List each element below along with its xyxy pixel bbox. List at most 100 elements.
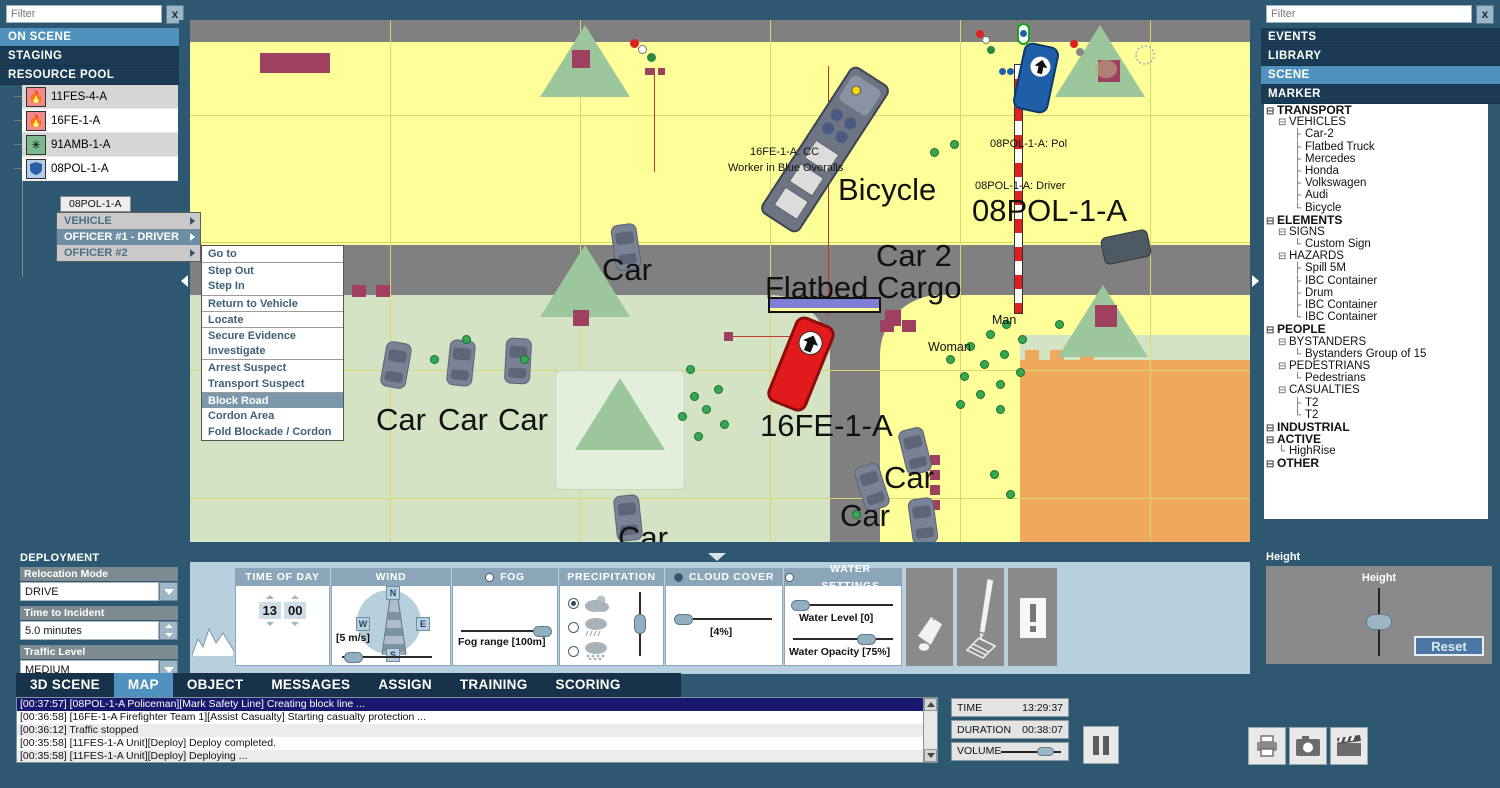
- expander-icon[interactable]: ⊟: [1278, 337, 1289, 349]
- list-item[interactable]: 🔥 16FE-1-A: [14, 109, 178, 133]
- tree-node[interactable]: ⊟ VEHICLES: [1264, 116, 1488, 128]
- submenu-item-block-road[interactable]: Block Road: [202, 391, 343, 408]
- tab-marker[interactable]: MARKER: [1260, 85, 1500, 104]
- record-button[interactable]: [1330, 727, 1368, 765]
- map-tool-alert[interactable]: [1008, 568, 1057, 666]
- volume-row[interactable]: VOLUME: [951, 742, 1069, 761]
- volume-knob[interactable]: [1037, 746, 1055, 756]
- log-entry[interactable]: [00:35:58] [11FES-1-A Unit][Deploy] Depl…: [17, 737, 937, 750]
- precip-option-rain[interactable]: [560, 615, 663, 639]
- sidebar-item-staging[interactable]: STAGING: [0, 47, 190, 66]
- tree-node[interactable]: ⊟ ELEMENTS: [1264, 214, 1488, 227]
- minutes-stepper[interactable]: 00: [284, 595, 307, 626]
- submenu-item-secure-evidence[interactable]: Secure Evidence: [202, 326, 343, 343]
- submenu-item-cordon-area[interactable]: Cordon Area: [202, 408, 343, 424]
- tree-node[interactable]: ⊟ SIGNS: [1264, 226, 1488, 238]
- car-shape[interactable]: [445, 338, 477, 388]
- map-collapse-left-handle[interactable]: [179, 20, 190, 542]
- list-item[interactable]: 08POL-1-A: [14, 157, 178, 181]
- scroll-up-button[interactable]: [924, 698, 937, 711]
- water-opacity-track[interactable]: [793, 638, 893, 640]
- log-entry[interactable]: [00:36:58] [16FE-1-A Firefighter Team 1]…: [17, 711, 937, 724]
- menu-item-vehicle[interactable]: VEHICLE: [57, 213, 200, 229]
- log-entry[interactable]: [00:37:57] [08POL-1-A Policeman][Mark Sa…: [17, 698, 937, 711]
- tab-scoring[interactable]: SCORING: [542, 673, 635, 697]
- right-filter-input[interactable]: [1266, 5, 1472, 23]
- tree-node[interactable]: ├ Audi: [1264, 189, 1488, 201]
- expander-icon[interactable]: ⊟: [1278, 251, 1289, 263]
- pause-button[interactable]: [1083, 726, 1119, 764]
- water-toggle[interactable]: [785, 573, 794, 582]
- tree-node[interactable]: ⊟ TRANSPORT: [1264, 104, 1488, 117]
- relocation-mode-select[interactable]: DRIVE: [20, 582, 178, 601]
- sidebar-item-on-scene[interactable]: ON SCENE: [0, 28, 190, 47]
- message-log[interactable]: [00:37:57] [08POL-1-A Policeman][Mark Sa…: [16, 697, 938, 763]
- chevron-down-icon[interactable]: [159, 582, 178, 601]
- cloud-cover-toggle[interactable]: [673, 573, 683, 582]
- hours-stepper[interactable]: 13: [258, 595, 281, 626]
- submenu-item-go-to[interactable]: Go to: [202, 246, 343, 262]
- tab-scene[interactable]: SCENE: [1260, 66, 1500, 85]
- scene-tree[interactable]: ⊟ TRANSPORT ⊟ VEHICLES ├ Car-2 ├ Flatbed Truck ├…: [1264, 104, 1488, 519]
- expander-icon[interactable]: ⊟: [1278, 385, 1289, 397]
- tree-node[interactable]: ├ Volkswagen: [1264, 177, 1488, 189]
- cloud-slider-knob[interactable]: [674, 614, 693, 625]
- tree-node[interactable]: ├ Flatbed Truck: [1264, 141, 1488, 153]
- tab-map[interactable]: MAP: [113, 673, 173, 697]
- map-canvas[interactable]: 16FE-1-A: CC Worker in Blue Overalls Bic…: [190, 20, 1250, 542]
- precip-option-sun-cloud[interactable]: [560, 591, 663, 615]
- log-scrollbar[interactable]: [923, 697, 938, 763]
- tree-node[interactable]: └ Bystanders Group of 15: [1264, 348, 1488, 360]
- submenu-item-transport-suspect[interactable]: Transport Suspect: [202, 376, 343, 392]
- tree-node[interactable]: └ Custom Sign: [1264, 238, 1488, 250]
- tree-node[interactable]: ⊟ PEOPLE: [1264, 323, 1488, 336]
- tree-node[interactable]: ⊟ CASUALTIES: [1264, 384, 1488, 396]
- tab-object[interactable]: OBJECT: [173, 673, 258, 697]
- precip-option-snow[interactable]: [560, 639, 663, 663]
- tree-node[interactable]: ├ Mercedes: [1264, 153, 1488, 165]
- tab-3d-scene[interactable]: 3D SCENE: [16, 673, 114, 697]
- log-entry[interactable]: [00:36:12] Traffic stopped: [17, 724, 937, 737]
- menu-item-officer-2[interactable]: OFFICER #2: [57, 245, 200, 261]
- fog-toggle[interactable]: [485, 573, 495, 582]
- tree-node[interactable]: ├ Spill 5M: [1264, 262, 1488, 274]
- tree-node[interactable]: ⊟ OTHER: [1264, 457, 1488, 471]
- tab-assign[interactable]: ASSIGN: [364, 673, 446, 697]
- wind-slider-knob[interactable]: [344, 652, 363, 663]
- submenu-item-locate[interactable]: Locate: [202, 310, 343, 327]
- tree-node[interactable]: ⊟ HAZARDS: [1264, 250, 1488, 262]
- submenu-item-arrest-suspect[interactable]: Arrest Suspect: [202, 359, 343, 375]
- tree-node[interactable]: └ Pedestrians: [1264, 372, 1488, 384]
- screenshot-button[interactable]: [1289, 727, 1327, 765]
- print-button[interactable]: [1248, 727, 1286, 765]
- water-level-knob[interactable]: [791, 600, 810, 611]
- scroll-down-button[interactable]: [924, 749, 937, 762]
- menu-item-officer-1-driver[interactable]: OFFICER #1 - DRIVER: [57, 229, 200, 245]
- height-slider-knob[interactable]: [1366, 614, 1392, 630]
- list-item[interactable]: ✳ 91AMB-1-A: [14, 133, 178, 157]
- tree-node[interactable]: ├ Honda: [1264, 165, 1488, 177]
- tree-node[interactable]: ⊟ PEDESTRIANS: [1264, 360, 1488, 372]
- height-reset-button[interactable]: Reset: [1414, 636, 1484, 656]
- tab-library[interactable]: LIBRARY: [1260, 47, 1500, 66]
- expander-icon[interactable]: ⊟: [1278, 117, 1289, 129]
- map-tool-hand[interactable]: [906, 568, 955, 666]
- tab-training[interactable]: TRAINING: [446, 673, 542, 697]
- precip-intensity-knob[interactable]: [634, 614, 646, 634]
- submenu-item-step-out[interactable]: Step Out: [202, 262, 343, 278]
- submenu-item-fold-blockade-cordon[interactable]: Fold Blockade / Cordon: [202, 424, 343, 440]
- tab-events[interactable]: EVENTS: [1260, 28, 1500, 47]
- list-item[interactable]: 🔥 11FES-4-A: [14, 85, 178, 109]
- expander-icon[interactable]: ⊟: [1266, 459, 1277, 471]
- time-to-incident-stepper[interactable]: 5.0 minutes: [20, 621, 178, 640]
- right-filter-clear-button[interactable]: x: [1476, 5, 1494, 24]
- submenu-item-return-to-vehicle[interactable]: Return to Vehicle: [202, 294, 343, 311]
- tree-node[interactable]: ├ Drum: [1264, 287, 1488, 299]
- sidebar-item-resource-pool[interactable]: RESOURCE POOL: [0, 66, 190, 85]
- stepper-arrows[interactable]: [159, 621, 178, 640]
- left-filter-input[interactable]: [6, 5, 162, 23]
- tree-node[interactable]: ├ Car-2: [1264, 128, 1488, 140]
- expander-icon[interactable]: ⊟: [1278, 227, 1289, 239]
- tree-node[interactable]: ├ IBC Container: [1264, 299, 1488, 311]
- tree-node[interactable]: ├ T2: [1264, 397, 1488, 409]
